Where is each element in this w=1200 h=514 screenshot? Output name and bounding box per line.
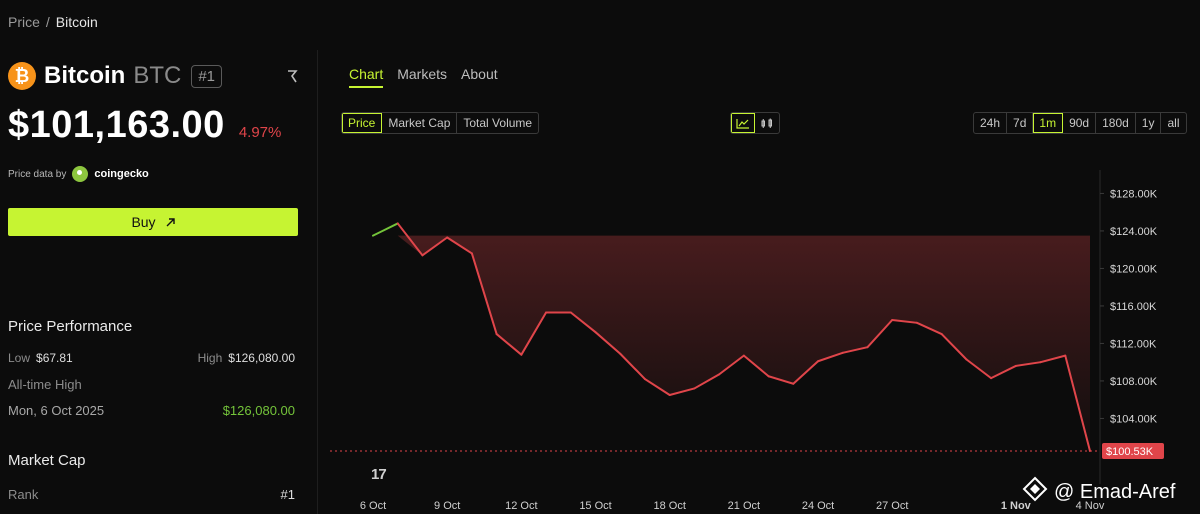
watermark: @ Emad-Aref: [1022, 476, 1175, 508]
metric-total-volume-button[interactable]: Total Volume: [457, 113, 538, 133]
price-source-label: Price data by: [8, 168, 67, 180]
high-stat: High $126,080.00: [198, 351, 295, 365]
breadcrumb-price-link[interactable]: Price: [8, 14, 40, 30]
rank-badge: #1: [191, 64, 223, 88]
x-tick-label: 18 Oct: [653, 500, 685, 512]
ath-label: All-time High: [8, 377, 82, 392]
y-tick-label: $116.00K: [1110, 301, 1157, 313]
low-stat: Low $67.81: [8, 351, 73, 365]
coin-symbol: BTC: [133, 62, 182, 89]
x-tick-label: 27 Oct: [876, 500, 908, 512]
range-7d-button[interactable]: 7d: [1007, 113, 1034, 133]
price-area-fill: [373, 235, 1090, 451]
range-180d-button[interactable]: 180d: [1096, 113, 1136, 133]
main-tabs: Chart Markets About: [349, 66, 498, 88]
market-cap-title: Market Cap: [8, 452, 86, 469]
metric-market-cap-button[interactable]: Market Cap: [382, 113, 458, 133]
coingecko-icon: [72, 166, 89, 182]
coin-header: ₿ Bitcoin BTC #1: [8, 62, 223, 90]
tab-chart[interactable]: Chart: [349, 66, 384, 88]
range-1m-button[interactable]: 1m: [1033, 113, 1064, 133]
range-all-button[interactable]: all: [1161, 113, 1185, 133]
chart-type-selector: [730, 112, 780, 134]
current-price: $101,163.00: [8, 104, 225, 146]
x-tick-label: 9 Oct: [434, 500, 460, 512]
arrow-up-right-icon: [166, 214, 175, 230]
tab-about[interactable]: About: [461, 66, 498, 88]
metric-price-button[interactable]: Price: [342, 113, 383, 133]
high-value: $126,080.00: [228, 351, 295, 365]
high-label: High: [197, 351, 223, 365]
range-selector: 24h 7d 1m 90d 180d 1y all: [973, 112, 1187, 134]
y-tick-label: $104.00K: [1110, 413, 1158, 425]
line-chart-icon[interactable]: [731, 113, 755, 133]
price-chart[interactable]: $128.00K $124.00K $120.00K $116.00K $112.00K…: [330, 170, 1200, 514]
watermark-text: @ Emad-Aref: [1054, 480, 1176, 503]
y-tick-label: $128.00K: [1110, 188, 1158, 200]
share-icon[interactable]: [286, 70, 298, 87]
candlestick-icon[interactable]: [755, 113, 779, 133]
x-tick-label: 12 Oct: [505, 500, 537, 512]
y-tick-label: $120.00K: [1110, 263, 1158, 275]
price-source-name[interactable]: coingecko: [94, 168, 148, 180]
buy-button[interactable]: Buy: [8, 208, 298, 236]
ath-date: Mon, 6 Oct 2025: [8, 403, 105, 418]
rank-value: #1: [280, 487, 295, 502]
low-label: Low: [8, 351, 31, 365]
buy-label: Buy: [131, 214, 156, 230]
x-tick-label: 15 Oct: [579, 500, 611, 512]
y-tick-label: $112.00K: [1110, 338, 1157, 350]
price-row: $101,163.00 4.97%: [8, 104, 281, 147]
current-price-label: $100.53K: [1106, 446, 1154, 458]
price-source: Price data by coingecko: [8, 166, 149, 182]
ath-value: $126,080.00: [222, 403, 295, 418]
coin-name: Bitcoin: [44, 62, 126, 89]
performance-title: Price Performance: [8, 318, 133, 335]
breadcrumb-current: Bitcoin: [55, 14, 98, 30]
range-1y-button[interactable]: 1y: [1136, 113, 1162, 133]
range-90d-button[interactable]: 90d: [1063, 113, 1097, 133]
diamond-logo-icon: [1022, 476, 1048, 508]
tradingview-logo: 17: [371, 466, 387, 483]
tab-markets[interactable]: Markets: [397, 66, 447, 88]
x-tick-label: 24 Oct: [802, 500, 834, 512]
bitcoin-icon: ₿: [8, 62, 36, 90]
metric-selector: Price Market Cap Total Volume: [341, 112, 540, 134]
breadcrumb-separator: /: [45, 14, 50, 30]
price-change: 4.97%: [238, 124, 282, 141]
low-value: $67.81: [36, 351, 73, 365]
breadcrumb: Price / Bitcoin: [8, 14, 98, 30]
rank-label: Rank: [8, 487, 39, 502]
x-tick-label: 21 Oct: [728, 500, 760, 512]
y-tick-label: $108.00K: [1110, 376, 1158, 388]
coin-info-panel: ₿ Bitcoin BTC #1 $101,163.00 4.97% Price…: [0, 50, 318, 514]
x-tick-label: 6 Oct: [360, 500, 386, 512]
y-tick-label: $124.00K: [1110, 226, 1158, 238]
price-line-segment: [372, 222, 399, 237]
range-24h-button[interactable]: 24h: [974, 113, 1008, 133]
